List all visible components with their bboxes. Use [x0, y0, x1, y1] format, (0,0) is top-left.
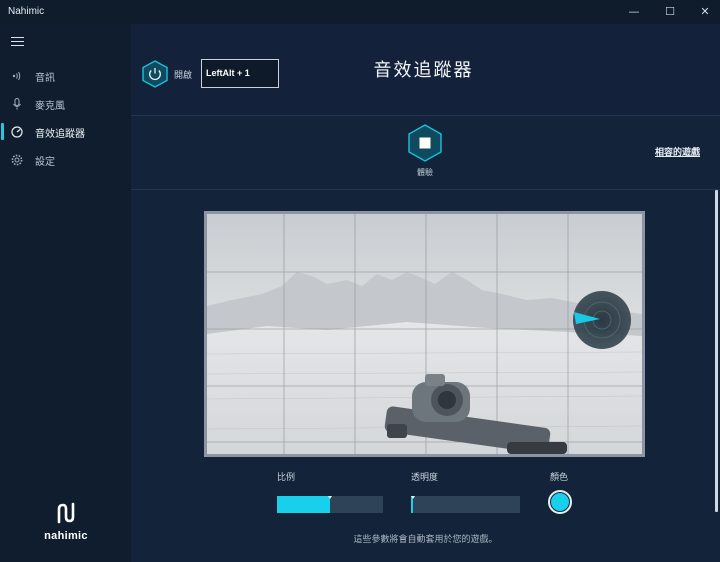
audio-icon [12, 71, 21, 81]
page-title: 音效追蹤器 [373, 60, 474, 81]
brand-logo: nahimic [38, 502, 94, 542]
header: 開啟 LeftAlt + 1 音效追蹤器 [131, 24, 720, 116]
footnote: 這些參數將會自動套用於您的遊戲。 [353, 535, 498, 545]
close-button[interactable]: ✕ [688, 0, 720, 24]
scale-slider-fill [277, 496, 330, 513]
minimize-button[interactable]: — [617, 0, 651, 24]
sidebar-item-label: 麥克風 [35, 101, 65, 112]
sidebar-item-microphone[interactable]: 麥克風 [0, 93, 131, 115]
sound-tracker-icon [11, 126, 23, 138]
power-label: 開啟 [174, 71, 193, 81]
opacity-slider[interactable] [411, 496, 520, 513]
scale-slider[interactable] [277, 496, 383, 513]
sidebar-item-sound-tracker[interactable]: 音效追蹤器 [0, 121, 131, 143]
sidebar-item-label: 音效追蹤器 [35, 129, 85, 140]
scale-slider-handle[interactable] [328, 496, 332, 499]
sound-radar-icon [573, 291, 631, 349]
color-label: 顏色 [550, 473, 569, 483]
active-indicator [1, 123, 4, 140]
brand-wordmark: nahimic [44, 530, 88, 542]
game-preview [204, 211, 645, 457]
compatible-games-link[interactable]: 相容的遊戲 [655, 145, 700, 158]
game-preview-image [207, 214, 642, 454]
nahimic-logo-icon [57, 502, 75, 524]
sidebar-item-label: 音訊 [35, 73, 55, 84]
stop-icon [419, 137, 431, 149]
gear-icon [11, 154, 23, 166]
scale-label: 比例 [277, 473, 296, 483]
hamburger-icon[interactable] [11, 37, 24, 47]
experience-section: 體驗 相容的遊戲 [131, 116, 720, 190]
opacity-slider-handle[interactable] [411, 496, 415, 499]
sidebar-item-settings[interactable]: 設定 [0, 149, 131, 171]
app-title: Nahimic [8, 6, 45, 17]
title-bar: Nahimic — ☐ ✕ [0, 0, 720, 24]
opacity-label: 透明度 [411, 473, 439, 483]
experience-button[interactable] [408, 124, 442, 162]
experience-label: 體驗 [417, 168, 433, 177]
sidebar-item-audio[interactable]: 音訊 [0, 65, 131, 87]
microphone-icon [13, 98, 21, 110]
power-toggle-button[interactable] [142, 60, 168, 88]
sidebar-item-label: 設定 [35, 157, 55, 168]
maximize-button[interactable]: ☐ [653, 0, 687, 24]
color-picker-button[interactable] [548, 490, 572, 514]
vertical-scrollbar[interactable] [715, 190, 718, 512]
sidebar: 音訊 麥克風 音效追蹤器 設定 nahimic [0, 24, 131, 562]
main-panel: 開啟 LeftAlt + 1 音效追蹤器 體驗 相容的遊戲 比例 透明度 顏色 … [131, 24, 720, 562]
